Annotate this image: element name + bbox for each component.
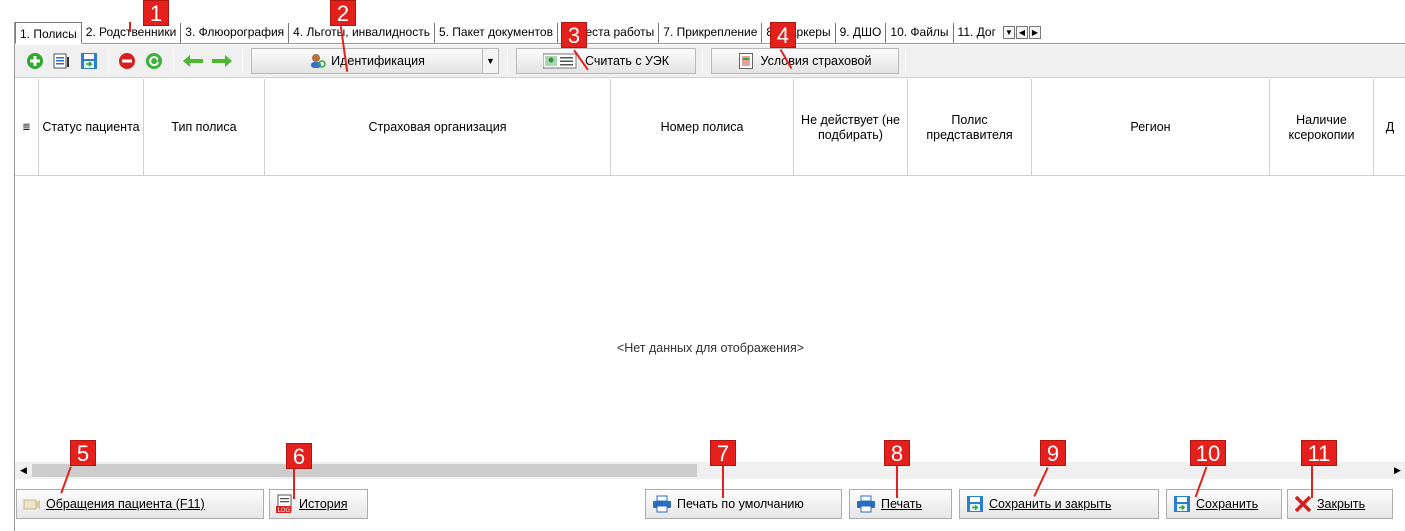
marker-6-line bbox=[293, 469, 295, 499]
column-chooser-icon[interactable]: ≣ bbox=[15, 79, 39, 176]
column-header[interactable]: Номер полиса bbox=[611, 79, 794, 176]
arrow-right-icon[interactable] bbox=[211, 51, 233, 71]
tab-scroll-right-icon[interactable]: ▶ bbox=[1028, 26, 1041, 39]
tab-fluorography[interactable]: 3. Флюорография bbox=[181, 23, 290, 43]
scroll-left-icon[interactable]: ◀ bbox=[15, 462, 32, 479]
edit-list-icon[interactable] bbox=[52, 51, 72, 71]
marker-8: 8 bbox=[884, 440, 910, 466]
log-icon: LOG bbox=[276, 494, 292, 514]
empty-grid-message: <Нет данных для отображения> bbox=[616, 341, 805, 355]
identification-button[interactable]: Идентификация bbox=[251, 48, 483, 74]
marker-7-line bbox=[722, 466, 724, 498]
toolbar-separator bbox=[702, 49, 703, 73]
print-label: Печать bbox=[881, 497, 922, 511]
column-header[interactable]: Тип полиса bbox=[144, 79, 265, 176]
marker-1: 1 bbox=[143, 0, 169, 26]
read-uek-button[interactable]: Считать с УЭК bbox=[516, 48, 696, 74]
marker-10: 10 bbox=[1190, 440, 1226, 466]
column-header[interactable]: Наличие ксерокопии bbox=[1270, 79, 1374, 176]
column-header[interactable]: Полис представителя bbox=[908, 79, 1032, 176]
tab-scroll-left-icon[interactable]: ◀ bbox=[1015, 26, 1028, 39]
tab-navigation: ▼ ◀ ▶ bbox=[1002, 26, 1041, 39]
refresh-icon[interactable] bbox=[144, 51, 164, 71]
print-button[interactable]: Печать bbox=[849, 489, 952, 519]
column-header[interactable]: Д bbox=[1374, 79, 1405, 176]
marker-11-line bbox=[1311, 466, 1313, 498]
marker-5: 5 bbox=[70, 440, 96, 466]
column-header[interactable]: Статус пациента bbox=[39, 79, 144, 176]
history-button[interactable]: LOG История bbox=[269, 489, 368, 519]
person-search-icon bbox=[311, 54, 326, 68]
grid-header: ≣ Статус пациента Тип полиса Страховая о… bbox=[15, 79, 1405, 176]
history-label: История bbox=[299, 497, 348, 511]
tab-strip: 1. Полисы 2. Родственники 3. Флюорографи… bbox=[15, 22, 1405, 44]
document-icon bbox=[738, 53, 753, 69]
column-header[interactable]: Регион bbox=[1032, 79, 1270, 176]
policies-grid: ≣ Статус пациента Тип полиса Страховая о… bbox=[15, 79, 1405, 471]
scroll-right-icon[interactable]: ▶ bbox=[1389, 462, 1405, 479]
tab-documents[interactable]: 5. Пакет документов bbox=[435, 23, 558, 43]
toolbar-separator bbox=[108, 49, 109, 73]
svg-text:LOG: LOG bbox=[278, 507, 291, 514]
tab-attachment[interactable]: 7. Прикрепление bbox=[659, 23, 763, 43]
save-and-close-button[interactable]: Сохранить и закрыть bbox=[959, 489, 1159, 519]
toolbar-separator bbox=[905, 49, 906, 73]
add-icon[interactable] bbox=[25, 51, 45, 71]
save-icon bbox=[967, 496, 983, 512]
toolbar-separator bbox=[507, 49, 508, 73]
marker-2: 2 bbox=[330, 0, 356, 26]
save-icon bbox=[1174, 496, 1190, 512]
tab-benefits[interactable]: 4. Льготы, инвалидность bbox=[289, 23, 435, 43]
tab-contracts[interactable]: 11. Дог bbox=[954, 23, 1000, 43]
print-default-button[interactable]: Печать по умолчанию bbox=[645, 489, 842, 519]
marker-6: 6 bbox=[286, 443, 312, 469]
marker-8-line bbox=[896, 466, 898, 498]
close-button[interactable]: Закрыть bbox=[1287, 489, 1393, 519]
patient-appeals-button[interactable]: Обращения пациента (F11) bbox=[16, 489, 264, 519]
card-icon bbox=[542, 53, 577, 69]
appeals-icon bbox=[23, 499, 40, 510]
marker-3: 3 bbox=[561, 22, 587, 48]
marker-1-line bbox=[129, 22, 131, 32]
scrollbar-thumb[interactable] bbox=[32, 464, 697, 477]
insurance-terms-button[interactable]: Условия страховой bbox=[711, 48, 899, 74]
column-header[interactable]: Не действует (не подбирать) bbox=[794, 79, 908, 176]
printer-icon bbox=[653, 495, 671, 513]
printer-icon bbox=[857, 495, 875, 513]
print-default-label: Печать по умолчанию bbox=[677, 497, 804, 511]
toolbar-separator bbox=[242, 49, 243, 73]
tab-policies[interactable]: 1. Полисы bbox=[15, 22, 82, 44]
identification-dropdown-icon[interactable]: ▼ bbox=[483, 48, 499, 74]
delete-icon[interactable] bbox=[117, 51, 137, 71]
save-icon[interactable] bbox=[79, 51, 99, 71]
read-uek-label: Считать с УЭК bbox=[584, 54, 669, 68]
toolbar: Идентификация ▼ Считать с УЭК Условия ст… bbox=[15, 45, 1405, 78]
column-header[interactable]: Страховая организация bbox=[265, 79, 611, 176]
tab-relatives[interactable]: 2. Родственники bbox=[82, 23, 182, 43]
toolbar-separator bbox=[173, 49, 174, 73]
close-label: Закрыть bbox=[1317, 497, 1366, 511]
save-and-close-label: Сохранить и закрыть bbox=[989, 497, 1112, 511]
patient-appeals-label: Обращения пациента (F11) bbox=[46, 497, 205, 511]
save-label: Сохранить bbox=[1196, 497, 1259, 511]
marker-4: 4 bbox=[770, 22, 796, 48]
marker-9: 9 bbox=[1040, 440, 1066, 466]
close-icon bbox=[1294, 495, 1312, 513]
save-button[interactable]: Сохранить bbox=[1166, 489, 1282, 519]
tab-list-dropdown-icon[interactable]: ▼ bbox=[1002, 26, 1015, 39]
marker-11: 11 bbox=[1301, 440, 1337, 466]
tab-dsho[interactable]: 9. ДШО bbox=[836, 23, 887, 43]
insurance-terms-label: Условия страховой bbox=[760, 54, 872, 68]
marker-7: 7 bbox=[710, 440, 736, 466]
arrow-left-icon[interactable] bbox=[182, 51, 204, 71]
tab-files[interactable]: 10. Файлы bbox=[886, 23, 954, 43]
